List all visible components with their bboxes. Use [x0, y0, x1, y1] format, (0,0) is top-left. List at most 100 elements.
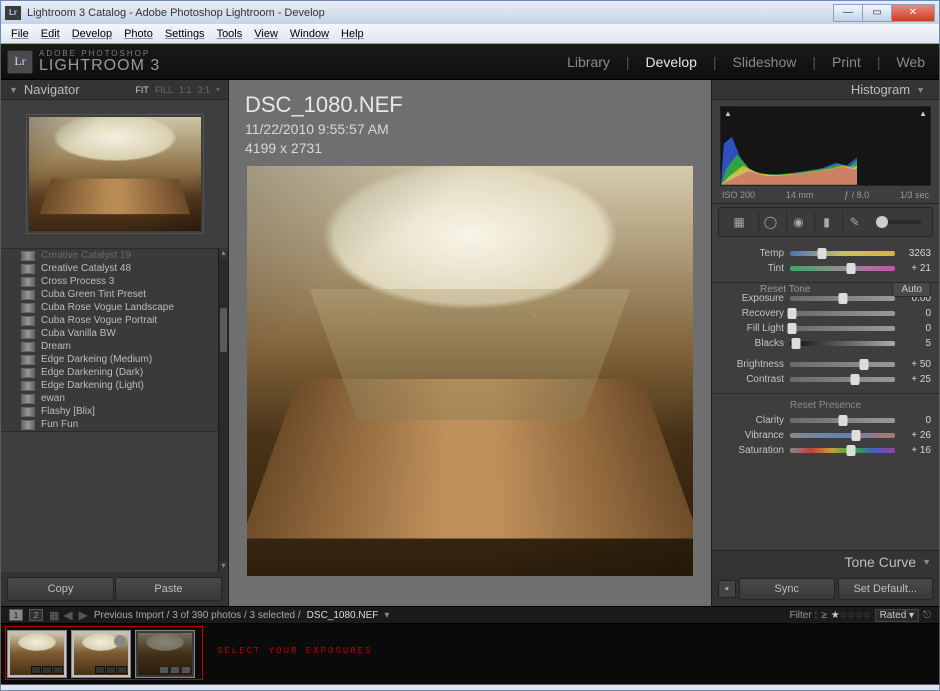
brightness-slider[interactable] [790, 362, 895, 367]
preset-item[interactable]: Flashy [Blix] [1, 405, 228, 418]
grid-view-icon[interactable]: ▦ [49, 609, 57, 622]
switch-toggle-icon[interactable]: ▪ [718, 580, 736, 598]
contrast-slider[interactable] [790, 377, 895, 382]
clarity-slider[interactable] [790, 418, 895, 423]
monitor-2[interactable]: 2 [29, 609, 43, 621]
zoom-menu-icon[interactable]: ▾ [216, 85, 220, 95]
redeye-tool-icon[interactable]: ◉ [786, 212, 810, 232]
mask-slider[interactable] [876, 220, 921, 224]
spot-tool-icon[interactable]: ◯ [758, 212, 782, 232]
preset-item[interactable]: Cuba Rose Vogue Portrait [1, 314, 228, 327]
paste-button[interactable]: Paste [115, 577, 222, 601]
menu-edit[interactable]: Edit [35, 26, 66, 42]
filter-lock-icon[interactable]: ⎋ [923, 610, 931, 621]
prev-photo-icon[interactable]: ◀ [63, 608, 72, 622]
saturation-slider[interactable] [790, 448, 895, 453]
menu-tools[interactable]: Tools [211, 26, 249, 42]
recovery-value: 0 [901, 308, 931, 319]
zoom-fit[interactable]: FIT [135, 85, 149, 95]
temp-label: Temp [720, 248, 784, 259]
menu-develop[interactable]: Develop [66, 26, 118, 42]
module-web[interactable]: Web [892, 54, 929, 70]
monitor-1[interactable]: 1 [9, 609, 23, 621]
filmstrip-thumb[interactable] [135, 630, 195, 678]
preset-item[interactable]: Fun Fun [1, 418, 228, 431]
preset-item[interactable]: Creative Catalyst 19 [1, 249, 228, 262]
menu-window[interactable]: Window [284, 26, 335, 42]
fill-slider[interactable] [790, 326, 895, 331]
minimize-button[interactable]: — [833, 4, 863, 22]
preset-item[interactable]: Edge Darkeing (Medium) [1, 353, 228, 366]
set-default-button[interactable]: Set Default... [838, 578, 934, 600]
temp-slider[interactable] [790, 251, 895, 256]
crop-tool-icon[interactable]: ▦ [724, 212, 754, 232]
preset-item[interactable]: ewan [1, 392, 228, 405]
gradient-tool-icon[interactable]: ▮ [814, 212, 838, 232]
close-button[interactable]: ✕ [891, 4, 935, 22]
next-photo-icon[interactable]: ▶ [79, 608, 88, 622]
stack-badge-icon [114, 635, 126, 647]
tone-curve-header[interactable]: Tone Curve ▼ [712, 550, 939, 572]
preset-item[interactable]: Creative Catalyst 48 [1, 262, 228, 275]
triangle-down-icon: ▼ [9, 85, 18, 95]
tint-slider[interactable] [790, 266, 895, 271]
preset-item[interactable]: Cuba Vanilla BW [1, 327, 228, 340]
module-library[interactable]: Library [563, 54, 614, 70]
module-develop[interactable]: Develop [642, 54, 701, 70]
preset-scrollbar[interactable]: ▴ ▾ [218, 248, 228, 572]
menu-help[interactable]: Help [335, 26, 370, 42]
maximize-button[interactable]: ▭ [862, 4, 892, 22]
zoom-ratio[interactable]: 3:1 [197, 85, 210, 95]
image-view[interactable] [247, 166, 693, 576]
filter-ge-icon[interactable]: ≥ [821, 610, 827, 621]
histogram-display[interactable] [720, 106, 931, 186]
menu-settings[interactable]: Settings [159, 26, 211, 42]
blacks-slider[interactable] [790, 341, 895, 346]
filter-stars[interactable]: ★☆☆☆☆ [831, 610, 871, 621]
menu-view[interactable]: View [248, 26, 284, 42]
brightness-value: + 50 [901, 359, 931, 370]
module-slideshow[interactable]: Slideshow [729, 54, 801, 70]
preset-icon [21, 316, 35, 326]
image-dimensions: 4199 x 2731 [245, 139, 403, 158]
lightroom-logo-icon: Lr [7, 50, 33, 74]
scroll-up-icon[interactable]: ▴ [219, 248, 228, 259]
saturation-value: + 16 [901, 445, 931, 456]
menu-photo[interactable]: Photo [118, 26, 159, 42]
auto-tone-button[interactable]: Auto [892, 282, 931, 297]
brush-tool-icon[interactable]: ✎ [842, 212, 866, 232]
reset-presence-label[interactable]: Reset Presence [720, 396, 931, 413]
histogram-header[interactable]: Histogram ▼ [712, 80, 939, 100]
filter-preset-dropdown[interactable]: Rated ▾ [875, 609, 920, 622]
filmstrip-current[interactable]: DSC_1080.NEF [307, 610, 379, 621]
left-bottom-bar: Copy Paste [1, 572, 228, 606]
module-print[interactable]: Print [828, 54, 865, 70]
app-icon: Lr [5, 6, 21, 20]
scroll-down-icon[interactable]: ▾ [219, 561, 228, 572]
preset-item[interactable]: Edge Darkening (Dark) [1, 366, 228, 379]
vibrance-label: Vibrance [720, 430, 784, 441]
scroll-thumb[interactable] [220, 308, 227, 352]
navigator-thumbnail[interactable] [26, 114, 204, 234]
preset-item[interactable]: Edge Darkening (Light) [1, 379, 228, 392]
preset-item[interactable]: Cuba Green Tint Preset [1, 288, 228, 301]
vibrance-slider[interactable] [790, 433, 895, 438]
preset-icon [21, 329, 35, 339]
recovery-slider[interactable] [790, 311, 895, 316]
zoom-1to1[interactable]: 1:1 [179, 85, 192, 95]
preset-item[interactable]: Dream [1, 340, 228, 353]
blacks-value: 5 [901, 338, 931, 349]
copy-button[interactable]: Copy [7, 577, 114, 601]
preset-item[interactable]: Cuba Rose Vogue Landscape [1, 301, 228, 314]
sync-button[interactable]: Sync [739, 578, 835, 600]
reset-tone-label[interactable]: Reset Tone [760, 284, 810, 295]
saturation-label: Saturation [720, 445, 784, 456]
brand-text: ADOBE PHOTOSHOP LIGHTROOM 3 [39, 50, 160, 74]
navigator-header[interactable]: ▼ Navigator FIT FILL 1:1 3:1 ▾ [1, 80, 228, 100]
filmstrip-thumb[interactable] [71, 630, 131, 678]
exposure-slider[interactable] [790, 296, 895, 301]
menu-file[interactable]: File [5, 26, 35, 42]
preset-item[interactable]: Cross Process 3 [1, 275, 228, 288]
filmstrip-thumb[interactable] [7, 630, 67, 678]
zoom-fill[interactable]: FILL [155, 85, 173, 95]
